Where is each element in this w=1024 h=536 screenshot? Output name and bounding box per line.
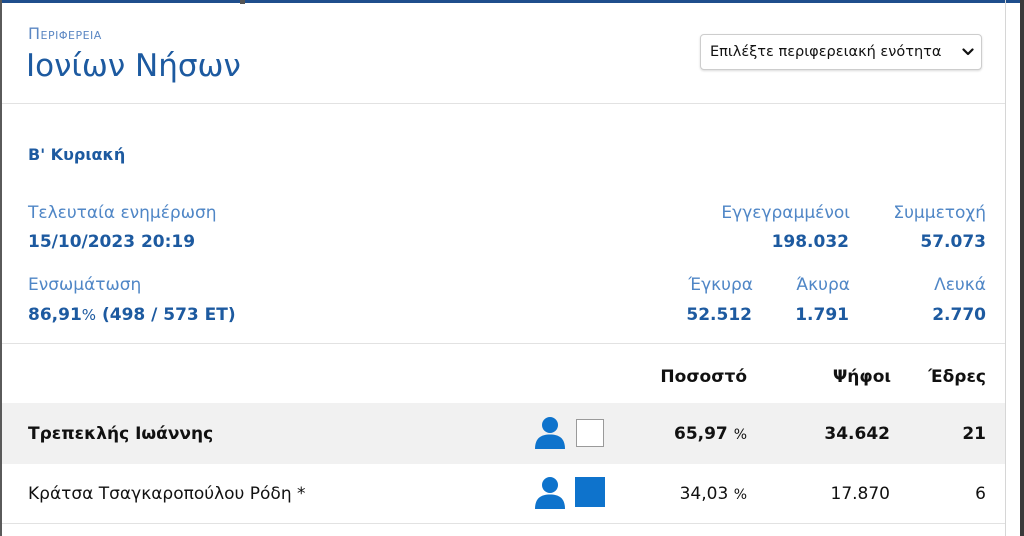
- candidate-name[interactable]: Κράτσα Τσαγκαροπούλου Ρόδη *: [28, 484, 306, 504]
- candidate-percent: 34,03 %: [620, 484, 747, 504]
- candidate-votes: 34.642: [824, 424, 890, 444]
- integration-detail: (498 / 573 ΕΤ): [101, 305, 236, 325]
- integration-percent: 86,91: [28, 305, 82, 325]
- percent-unit: %: [733, 427, 747, 443]
- regional-unit-select-value: Επιλέξτε περιφερειακή ενότητα: [710, 44, 942, 60]
- candidate-votes: 17.870: [830, 484, 890, 504]
- round-label: Β' Κυριακή: [28, 145, 126, 164]
- integration-percent-unit: %: [81, 306, 97, 324]
- valid-value: 52.512: [686, 305, 752, 325]
- person-icon: [535, 477, 565, 509]
- col-header-percent: Ποσοστό: [660, 367, 747, 387]
- divider: [2, 103, 1005, 104]
- divider: [2, 523, 1005, 524]
- candidate-seats: 21: [962, 424, 986, 444]
- percent-unit: %: [733, 487, 747, 503]
- invalid-value: 1.791: [795, 305, 849, 325]
- last-update-value: 15/10/2023 20:19: [28, 232, 196, 252]
- col-header-votes: Ψήφοι: [832, 367, 891, 387]
- color-swatch-filled: [575, 477, 605, 507]
- blank-value: 2.770: [932, 305, 986, 325]
- scrollbar-track[interactable]: [1020, 0, 1024, 536]
- turnout-value: 57.073: [920, 232, 986, 252]
- region-title: Ιονίων Νήσων: [26, 48, 241, 84]
- registered-value: 198.032: [771, 232, 849, 252]
- registered-label: Εγγεγραμμένοι: [721, 203, 850, 223]
- percent-value: 65,97: [673, 424, 728, 444]
- chevron-down-icon: [962, 48, 974, 56]
- person-icon: [535, 417, 565, 449]
- region-supertitle: Περιφερεια: [28, 24, 102, 43]
- integration-label: Ενσωμάτωση: [28, 275, 142, 295]
- invalid-label: Άκυρα: [796, 275, 850, 295]
- valid-label: Έγκυρα: [688, 275, 753, 295]
- last-update-label: Τελευταία ενημέρωση: [28, 203, 217, 223]
- top-marker: [240, 0, 245, 4]
- candidate-percent: 65,97 %: [620, 424, 747, 444]
- panel-right-border: [1005, 0, 1006, 536]
- candidate-name[interactable]: Τρεπεκλής Ιωάννης: [28, 424, 213, 444]
- top-accent-bar: [0, 0, 1024, 3]
- integration-value: 86,91% (498 / 573 ΕΤ): [28, 305, 236, 325]
- blank-label: Λευκά: [934, 275, 986, 295]
- col-header-seats: Έδρες: [928, 367, 986, 387]
- turnout-label: Συμμετοχή: [893, 203, 986, 223]
- color-swatch-empty: [576, 419, 604, 447]
- regional-unit-select[interactable]: Επιλέξτε περιφερειακή ενότητα: [700, 34, 982, 70]
- percent-value: 34,03: [679, 484, 729, 504]
- divider: [2, 343, 1005, 344]
- candidate-seats: 6: [975, 484, 986, 504]
